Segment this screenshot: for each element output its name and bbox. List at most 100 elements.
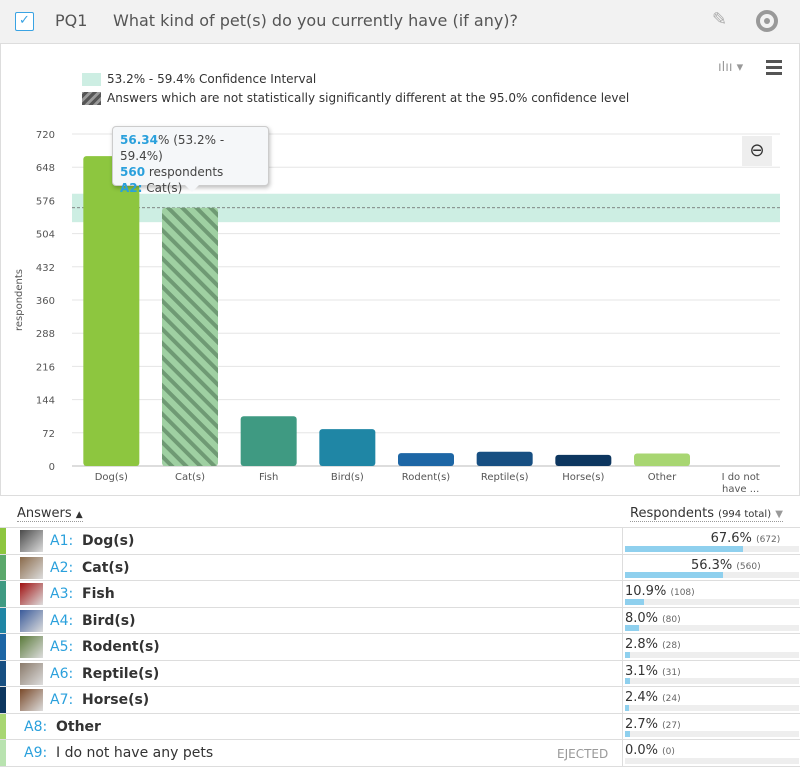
percent: 8.0% [625,610,659,626]
y-tick-label: 432 [36,263,55,274]
bar-dog-s-[interactable] [83,156,140,466]
x-tick-label: Other [648,472,677,483]
status-badge: EJECTED [557,747,609,761]
y-tick-label: 288 [36,329,55,340]
respondents-header-label: Respondents [630,506,715,521]
tooltip-pct: 56.34 [120,133,158,147]
percent: 2.7% [625,716,659,732]
count: (560) [736,561,761,572]
answer-code: A4: [50,612,74,629]
percent-value: 67.6% (672) [711,531,781,546]
respondents-total: (994 total) [718,509,772,520]
x-tick-label: Dog(s) [95,472,128,483]
percent-value: 2.4% (24) [625,690,681,705]
answer-code: A2: [50,559,74,576]
answer-code: A6: [50,665,74,682]
y-tick-label: 0 [49,462,55,473]
color-strip [0,687,6,713]
answer-label: Reptile(s) [82,665,160,682]
y-tick-label: 504 [36,230,55,241]
answer-code: A8: [24,718,48,735]
answer-thumbnail [20,636,43,658]
answer-code: A5: [50,639,74,655]
answer-thumbnail [20,583,43,605]
answer-thumbnail [20,689,43,711]
color-strip [0,634,6,660]
answer-code: A9: [24,745,48,761]
table-row[interactable]: A1: Dog(s) 67.6% (672) [0,528,800,555]
color-strip [0,528,6,554]
progress-bar [625,704,799,711]
respondents-column-header[interactable]: Respondents (994 total) ▼ [630,506,783,522]
answer-label: Other [56,718,101,735]
answer-label: Rodent(s) [82,639,160,655]
table-row[interactable]: A9: I do not have any pets EJECTED 0.0% (0) [0,740,800,767]
respondents-cell: 2.7% (27) [622,713,800,739]
progress-fill [625,598,644,605]
percent: 2.4% [625,690,659,705]
percent: 0.0% [625,743,659,758]
respondents-cell: 0.0% (0) [622,740,800,766]
progress-fill [625,678,631,684]
answer-thumbnail [20,609,43,632]
x-tick-label: Fish [259,472,278,483]
bar-rodent-s-[interactable] [398,453,454,466]
progress-fill [625,651,630,658]
bar-reptile-s-[interactable] [476,451,533,466]
count: (24) [662,694,681,704]
answer-label: Dog(s) [82,533,135,549]
bar-cat-s-[interactable] [162,207,218,466]
color-strip [0,554,6,580]
progress-bar [625,572,799,578]
table-row[interactable]: A6: Reptile(s) 3.1% (31) [0,660,800,687]
percent: 10.9% [625,584,667,599]
zoom-out-button[interactable]: ⊖ [742,136,772,166]
x-tick-label: Cat(s) [175,472,205,483]
progress-bar [625,678,799,684]
answer-label: Cat(s) [82,559,130,576]
count: (80) [662,614,681,625]
y-tick-label: 360 [36,296,55,307]
y-tick-label: 144 [36,396,55,407]
tooltip-pct-suffix: % [157,133,170,147]
table-header: Answers ▲ Respondents (994 total) ▼ [0,500,800,528]
y-tick-label: 648 [36,163,55,174]
table-row[interactable]: A4: Bird(s) 8.0% (80) [0,607,800,634]
y-tick-label: 216 [36,362,55,373]
zoom-out-icon: ⊖ [749,140,765,161]
answer-label: I do not have any pets [56,745,214,761]
progress-fill [625,545,743,552]
progress-bar [625,545,799,552]
answer-thumbnail [20,530,43,552]
answers-column-header[interactable]: Answers ▲ [17,506,83,522]
table-row[interactable]: A7: Horse(s) 2.4% (24) [0,687,800,714]
respondents-cell: 2.4% (24) [622,687,800,713]
count: (28) [662,641,681,651]
bar-horse-s-[interactable] [555,454,612,466]
bar-chart: 0 72 144 216 288 360 432 504 576 648 720 Dog(s) Cat(… [14,130,780,495]
table-row[interactable]: A2: Cat(s) 56.3% (560) [0,554,800,581]
percent-value: 0.0% (0) [625,743,675,758]
answers-table: Answers ▲ Respondents (994 total) ▼ A1: D… [0,500,800,767]
table-row[interactable]: A5: Rodent(s) 2.8% (28) [0,634,800,661]
y-tick-label: 576 [36,196,55,207]
y-axis-label: respondents [14,269,25,331]
table-row[interactable]: A8: Other 2.7% (27) [0,713,800,740]
table-row[interactable]: A3: Fish 10.9% (108) [0,581,800,608]
count: (27) [662,720,681,731]
answer-label: Fish [82,586,115,602]
respondents-cell: 10.9% (108) [622,581,800,607]
y-tick-label: 72 [42,429,55,440]
bar-bird-s-[interactable] [319,429,376,466]
answer-code: A7: [50,692,74,708]
color-strip [0,713,6,739]
bar-other[interactable] [634,453,690,466]
percent-value: 10.9% (108) [625,584,695,599]
bar-fish[interactable] [240,416,297,466]
percent-value: 56.3% (560) [691,558,761,573]
answers-header-label: Answers [17,506,72,521]
x-tick-label: Rodent(s) [402,472,450,483]
color-strip [0,660,6,686]
tooltip-label: Cat(s) [146,181,183,195]
answer-thumbnail [20,662,43,685]
